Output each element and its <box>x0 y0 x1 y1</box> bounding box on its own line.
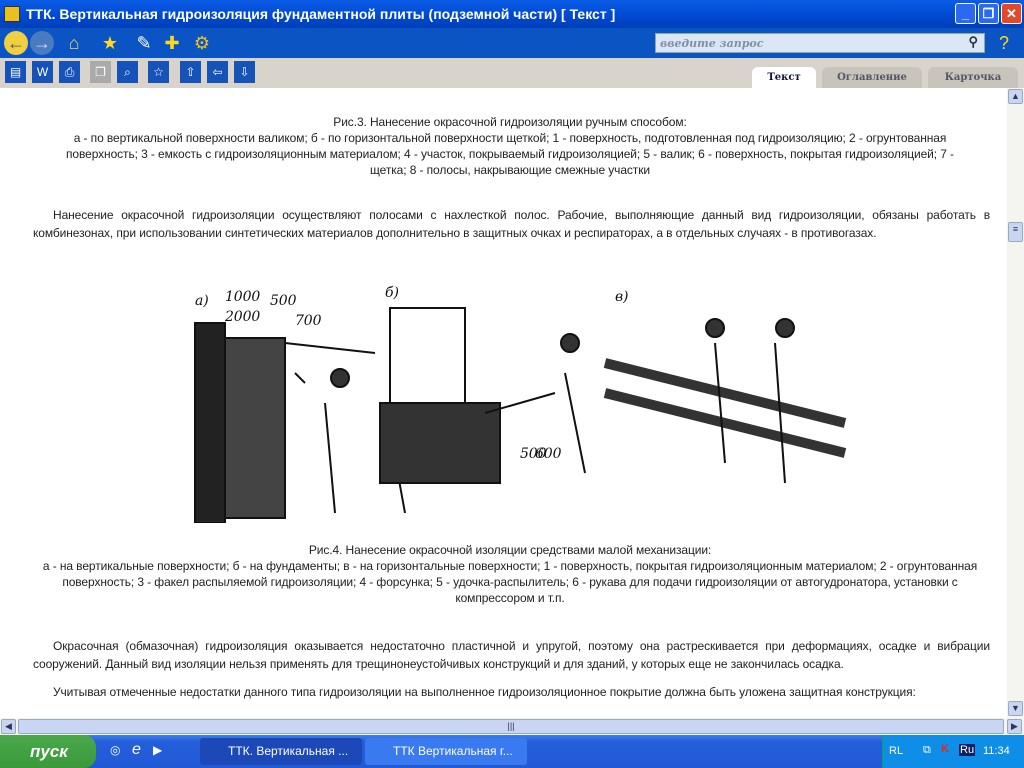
internet-explorer-icon[interactable]: e <box>132 741 141 759</box>
search-input[interactable]: введите запрос ⚲ <box>655 33 985 53</box>
dimension-label: 700 <box>295 313 322 329</box>
figure-4-legend: а - на вертикальные поверхности; б - на … <box>42 559 978 605</box>
search-placeholder: введите запрос <box>660 37 764 50</box>
language-indicator[interactable]: Ru <box>959 744 976 756</box>
print-icon[interactable]: ⎙ <box>59 61 80 83</box>
minimize-button[interactable]: _ <box>955 3 976 24</box>
dimension-label: 1000 <box>225 289 260 305</box>
paragraph: Нанесение окрасочной гидроизоляции осуще… <box>33 208 990 240</box>
tab-card[interactable]: Карточка <box>928 67 1018 88</box>
dimension-label: 500 <box>270 293 297 309</box>
settings-gear-icon[interactable]: ⚙ <box>190 31 214 55</box>
start-button[interactable]: пуск <box>0 735 96 768</box>
search-icon[interactable]: ⚲ <box>968 35 978 50</box>
restore-button[interactable]: ❐ <box>978 3 999 24</box>
figure-3-legend: а - по вертикальной поверхности валиком;… <box>66 131 954 177</box>
window-title: ТТК. Вертикальная гидроизоляция фундамен… <box>26 6 616 22</box>
figure-label-b: б) <box>385 285 399 301</box>
network-icon[interactable]: ⧉ <box>923 744 931 757</box>
back-icon[interactable]: ← <box>4 31 28 55</box>
dimension-label: 600 <box>535 446 562 462</box>
figure-label-c: в) <box>615 289 628 305</box>
scroll-left-button[interactable]: ◀ <box>1 719 16 734</box>
dimension-label: 2000 <box>224 309 260 325</box>
paragraph: Учитывая отмеченные недостатки данного т… <box>53 685 916 699</box>
taskbar: пуск ◎ e ▶ ТТК. Вертикальная ... ТТК Вер… <box>0 735 1024 768</box>
forward-icon[interactable]: → <box>30 31 54 55</box>
system-tray: RL ⧉ K Ru 11:34 <box>882 735 1024 768</box>
document-edit-icon[interactable]: ✎ <box>132 31 156 55</box>
language-rl[interactable]: RL <box>889 745 903 757</box>
paragraph: Окрасочная (обмазочная) гидроизоляция ок… <box>33 639 990 671</box>
home-icon[interactable]: ⌂ <box>62 31 86 55</box>
vertical-scrollbar[interactable]: ▲ ≡ ▼ <box>1007 88 1024 718</box>
preview-icon[interactable]: ⌕ <box>117 61 138 83</box>
antivirus-icon[interactable]: K <box>941 743 949 755</box>
scroll-down-icon[interactable]: ⇩ <box>234 61 255 83</box>
taskbar-item-word-document[interactable]: ТТК Вертикальная г... <box>365 738 527 765</box>
horizontal-scrollbar[interactable]: ◀ ||| ▶ <box>0 718 1024 735</box>
add-document-icon[interactable]: ✚ <box>160 31 184 55</box>
scroll-right-button[interactable]: ▶ <box>1007 719 1022 734</box>
favorites-star-icon[interactable]: ★ <box>98 31 122 55</box>
scroll-up-button[interactable]: ▲ <box>1008 89 1023 104</box>
figure-label-a: а) <box>195 293 209 309</box>
start-label: пуск <box>30 742 68 761</box>
taskbar-item-ttk-viewer[interactable]: ТТК. Вертикальная ... <box>200 738 362 765</box>
quicklaunch-search-icon[interactable]: ◎ <box>110 743 120 757</box>
media-player-icon[interactable]: ▶ <box>153 743 162 757</box>
vertical-scroll-thumb[interactable]: ≡ <box>1008 222 1023 242</box>
app-icon <box>4 6 20 22</box>
goto-icon[interactable]: ⇦ <box>207 61 228 83</box>
figure-4-title: Рис.4. Нанесение окрасочной изоляции сре… <box>308 543 712 557</box>
tab-text[interactable]: Текст <box>752 67 816 88</box>
title-bar: ТТК. Вертикальная гидроизоляция фундамен… <box>0 0 1024 28</box>
horizontal-scroll-thumb[interactable]: ||| <box>18 719 1004 734</box>
word-export-icon[interactable]: W <box>32 61 53 83</box>
clock: 11:34 <box>983 745 1010 757</box>
save-icon[interactable]: ▤ <box>5 61 26 83</box>
close-button[interactable]: ✕ <box>1001 3 1022 24</box>
tab-contents[interactable]: Оглавление <box>822 67 922 88</box>
scroll-up-icon[interactable]: ⇧ <box>180 61 201 83</box>
main-toolbar: ← → ⌂ ★ ✎ ✚ ⚙ введите запрос ⚲ ? <box>0 28 1024 58</box>
help-icon[interactable]: ? <box>992 31 1016 55</box>
document-content: Рис.3. Нанесение окрасочной гидроизоляци… <box>0 88 1007 718</box>
figure-4-illustration: а) 1000 500 2000 700 б) 500 600 в) <box>194 285 847 523</box>
bookmark-star-icon[interactable]: ☆ <box>148 61 169 83</box>
scroll-down-button[interactable]: ▼ <box>1008 701 1023 716</box>
copy-icon[interactable]: ❐ <box>90 61 111 83</box>
figure-3-title: Рис.3. Нанесение окрасочной гидроизоляци… <box>333 115 687 129</box>
